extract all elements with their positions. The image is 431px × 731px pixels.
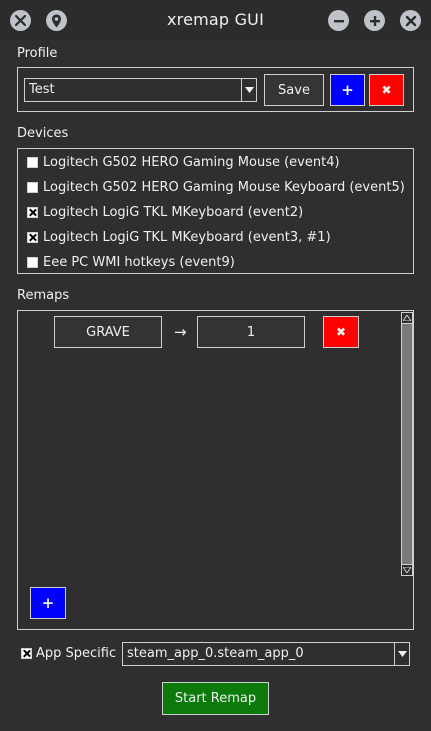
remaps-frame: GRAVE → 1 ✖ + bbox=[17, 310, 414, 630]
remap-arrow: → bbox=[174, 323, 187, 341]
device-item[interactable]: Eee PC WMI hotkeys (event9) bbox=[27, 253, 235, 271]
start-remap-button[interactable]: Start Remap bbox=[162, 682, 269, 715]
profile-select[interactable]: Test bbox=[24, 78, 257, 102]
remap-to-field[interactable]: 1 bbox=[197, 316, 305, 348]
add-profile-button[interactable]: + bbox=[330, 74, 365, 106]
device-label: Logitech G502 HERO Gaming Mouse (event4) bbox=[43, 154, 340, 170]
scroll-down-icon[interactable] bbox=[401, 564, 413, 576]
chevron-down-icon[interactable] bbox=[394, 643, 409, 665]
maximize-icon[interactable] bbox=[364, 10, 385, 31]
device-item[interactable]: Logitech LogiG TKL MKeyboard (event2) bbox=[27, 203, 303, 221]
device-item[interactable]: Logitech G502 HERO Gaming Mouse (event4) bbox=[27, 153, 340, 171]
remaps-scrollbar[interactable] bbox=[401, 312, 413, 576]
close-icon[interactable] bbox=[400, 10, 421, 31]
remaps-label: Remaps bbox=[17, 288, 70, 303]
device-label: Logitech G502 HERO Gaming Mouse Keyboard… bbox=[43, 179, 405, 195]
xremap-window: xremap GUI Profile Test Save + ✖ Devices… bbox=[0, 0, 431, 731]
app-specific-toggle[interactable]: App Specific bbox=[21, 646, 116, 661]
minimize-icon[interactable] bbox=[328, 10, 349, 31]
profile-select-value: Test bbox=[29, 82, 55, 97]
device-label: Logitech LogiG TKL MKeyboard (event2) bbox=[43, 204, 304, 220]
remap-from-field[interactable]: GRAVE bbox=[54, 316, 162, 348]
chevron-down-icon[interactable] bbox=[241, 79, 256, 101]
app-specific-value: steam_app_0.steam_app_0 bbox=[127, 646, 304, 661]
app-specific-label: App Specific bbox=[36, 646, 117, 661]
device-item[interactable]: Logitech LogiG TKL MKeyboard (event3, #1… bbox=[27, 228, 331, 246]
device-checkbox[interactable] bbox=[27, 231, 38, 243]
device-checkbox[interactable] bbox=[27, 256, 38, 268]
profile-label: Profile bbox=[17, 46, 58, 61]
scroll-up-icon[interactable] bbox=[401, 312, 413, 324]
delete-remap-button[interactable]: ✖ bbox=[323, 316, 359, 348]
app-specific-checkbox[interactable] bbox=[21, 648, 32, 659]
device-label: Eee PC WMI hotkeys (event9) bbox=[43, 254, 235, 270]
add-remap-button[interactable]: + bbox=[30, 587, 66, 619]
device-checkbox[interactable] bbox=[27, 156, 38, 168]
device-checkbox[interactable] bbox=[27, 206, 38, 218]
devices-label: Devices bbox=[17, 126, 69, 141]
delete-profile-button[interactable]: ✖ bbox=[369, 74, 404, 106]
title-bar: xremap GUI bbox=[0, 0, 431, 40]
device-item[interactable]: Logitech G502 HERO Gaming Mouse Keyboard… bbox=[27, 178, 405, 196]
device-label: Logitech LogiG TKL MKeyboard (event3, #1… bbox=[43, 229, 331, 245]
app-specific-select[interactable]: steam_app_0.steam_app_0 bbox=[122, 642, 410, 666]
device-checkbox[interactable] bbox=[27, 181, 38, 193]
save-button[interactable]: Save bbox=[264, 74, 324, 106]
profile-frame: Test Save + ✖ bbox=[17, 67, 414, 112]
